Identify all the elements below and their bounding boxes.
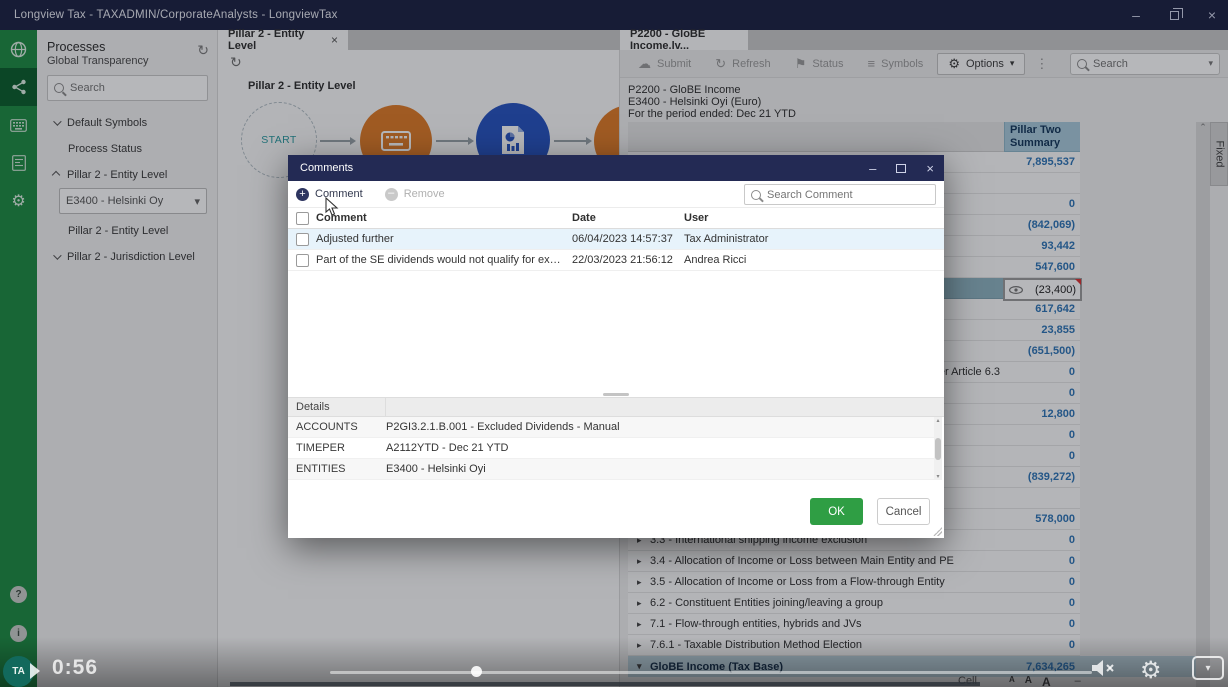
minus-circle-icon: –	[385, 188, 398, 201]
dialog-title-bar[interactable]: Comments – ×	[288, 155, 944, 181]
dialog-maximize-icon[interactable]	[896, 161, 906, 176]
detail-key: ENTITIES	[288, 463, 386, 475]
comment-text: Part of the SE dividends would not quali…	[316, 254, 572, 266]
comment-date: 22/03/2023 21:56:12	[572, 254, 684, 266]
scrollbar-thumb[interactable]	[935, 438, 941, 460]
player-settings-icon[interactable]: ⚙	[1140, 656, 1162, 685]
comment-list: Adjusted further 06/04/2023 14:57:37 Tax…	[288, 229, 944, 271]
row-checkbox[interactable]	[296, 254, 309, 267]
comment-user: Andrea Ricci	[684, 254, 944, 266]
detail-value: E3400 - Helsinki Oyi	[386, 463, 936, 475]
details-header: Details	[288, 397, 944, 417]
mute-icon[interactable]	[1090, 658, 1116, 681]
scroll-up-icon[interactable]: ▴	[936, 417, 939, 424]
ok-button[interactable]: OK	[810, 498, 863, 525]
details-list: ACCOUNTS P2GI3.2.1.B.001 - Excluded Divi…	[288, 417, 936, 480]
comment-user: Tax Administrator	[684, 233, 944, 245]
comment-column-header[interactable]: Comment	[316, 212, 572, 224]
comment-row[interactable]: Adjusted further 06/04/2023 14:57:37 Tax…	[288, 229, 944, 250]
pip-icon[interactable]: ▾	[1192, 656, 1224, 680]
video-progress-bar[interactable]	[330, 671, 1092, 674]
comment-date: 06/04/2023 14:57:37	[572, 233, 684, 245]
comment-row[interactable]: Part of the SE dividends would not quali…	[288, 250, 944, 271]
comment-text: Adjusted further	[316, 233, 572, 245]
user-column-header[interactable]: User	[684, 212, 944, 224]
dialog-title: Comments	[300, 162, 353, 174]
comments-dialog: Comments – × + Comment – Remove Comm	[288, 155, 944, 538]
detail-row: ENTITIES E3400 - Helsinki Oyi	[288, 459, 936, 480]
comment-search[interactable]	[744, 184, 936, 205]
comment-table-header: Comment Date User	[288, 208, 944, 229]
app-window: Longview Tax - TAXADMIN/CorporateAnalyst…	[0, 0, 1228, 687]
details-scrollbar[interactable]: ▴ ▾	[934, 417, 942, 480]
remove-comment-button[interactable]: – Remove	[385, 188, 445, 201]
detail-key: TIMEPER	[288, 442, 386, 454]
select-all-checkbox[interactable]	[296, 212, 309, 225]
playhead-dot[interactable]	[471, 666, 482, 677]
detail-key: ACCOUNTS	[288, 421, 386, 433]
search-icon	[751, 190, 761, 200]
play-icon[interactable]	[30, 663, 40, 679]
detail-value: P2GI3.2.1.B.001 - Excluded Dividends - M…	[386, 421, 936, 433]
scroll-down-icon[interactable]: ▾	[936, 473, 939, 480]
video-timestamp: 0:56	[52, 656, 98, 680]
plus-circle-icon: +	[296, 188, 309, 201]
comment-search-input[interactable]	[767, 189, 929, 201]
detail-row: ACCOUNTS P2GI3.2.1.B.001 - Excluded Divi…	[288, 417, 936, 438]
row-checkbox[interactable]	[296, 233, 309, 246]
mouse-cursor	[325, 197, 339, 220]
resize-grip[interactable]	[933, 527, 942, 536]
detail-row: TIMEPER A2112YTD - Dec 21 YTD	[288, 438, 936, 459]
chevron-down-icon: ▾	[1205, 663, 1210, 674]
horizontal-scrollbar[interactable]	[230, 682, 980, 686]
dialog-toolbar: + Comment – Remove	[288, 181, 944, 208]
date-column-header[interactable]: Date	[572, 212, 684, 224]
detail-value: A2112YTD - Dec 21 YTD	[386, 442, 936, 454]
dialog-close-icon[interactable]: ×	[926, 161, 934, 176]
dialog-minimize-icon[interactable]: –	[869, 161, 876, 176]
cancel-button[interactable]: Cancel	[877, 498, 930, 525]
